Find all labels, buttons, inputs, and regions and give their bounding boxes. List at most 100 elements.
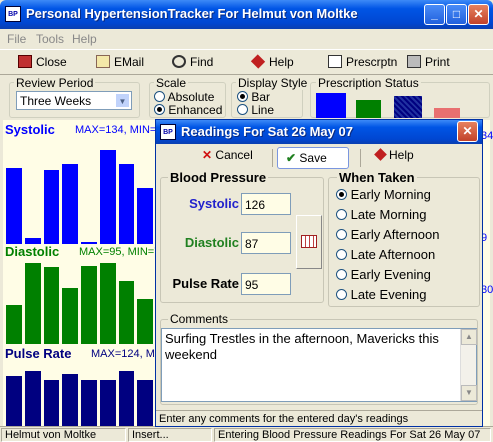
prescription-swatch-4 (434, 108, 460, 118)
review-period-select[interactable]: Three Weeks ▼ (16, 91, 132, 110)
comments-textarea[interactable]: Surfing Trestles in the afternoon, Maver… (161, 328, 477, 402)
chart-bar (43, 380, 60, 426)
comments-scrollbar[interactable]: ▲ ▼ (460, 329, 477, 401)
chart-bar (6, 376, 22, 426)
menu-bar: File Tools Help (0, 29, 493, 48)
chart-bar (43, 266, 60, 344)
diastolic-input[interactable]: 87 (241, 232, 291, 254)
app-icon: BP (5, 6, 21, 22)
radio-absolute[interactable] (154, 91, 165, 102)
printer-icon (407, 55, 421, 68)
toolbar-divider (272, 149, 273, 167)
chart-bar (118, 164, 135, 244)
radio-line[interactable] (237, 104, 248, 115)
prescription-toolbar-button[interactable]: Prescrptn (328, 55, 397, 69)
chart-bar (62, 373, 78, 426)
help-diamond-icon (374, 148, 387, 161)
maximize-button[interactable]: □ (446, 4, 467, 25)
status-bar: Helmut von Moltke Insert... Entering Blo… (0, 426, 493, 442)
pulse-label: Pulse Rate (172, 276, 239, 291)
scale-label: Scale (154, 76, 189, 90)
when-taken-radio[interactable] (336, 249, 347, 260)
cancel-button[interactable]: ✕ Cancel (202, 148, 253, 170)
chart-bar (6, 167, 22, 244)
comments-text: Surfing Trestles in the afternoon, Maver… (165, 331, 439, 362)
email-label: EMail (114, 55, 145, 69)
chart-bar (24, 262, 41, 344)
menu-help[interactable]: Help (72, 32, 97, 46)
radio-enhanced[interactable] (154, 104, 165, 115)
bar-label: Bar (251, 90, 271, 104)
review-period-label: Review Period (14, 76, 96, 90)
chart-bar (62, 287, 78, 344)
find-toolbar-button[interactable]: Find (172, 55, 213, 69)
diastolic-label: Diastolic (184, 235, 239, 250)
keypad-button[interactable] (296, 215, 322, 269)
scroll-up-icon[interactable]: ▲ (461, 329, 477, 345)
menu-file[interactable]: File (7, 32, 26, 46)
when-taken-option-label: Early Evening (347, 267, 431, 282)
pulse-input[interactable]: 95 (241, 273, 291, 295)
dialog-title-bar[interactable]: BP Readings For Sat 26 May 07 ✕ (156, 120, 482, 144)
pulse-bars (5, 364, 155, 426)
save-label: Save (299, 151, 327, 165)
systolic-stats: MAX=134, MIN= (75, 124, 157, 136)
when-taken-option-label: Early Morning (347, 187, 431, 202)
chart-bar (81, 265, 97, 344)
systolic-input[interactable]: 126 (241, 193, 291, 215)
review-period-value: Three Weeks (20, 94, 92, 108)
display-bar-option[interactable]: Bar (237, 90, 270, 104)
readings-dialog: BP Readings For Sat 26 May 07 ✕ ✕ Cancel… (155, 119, 483, 427)
chart-bar (99, 380, 116, 426)
chart-bar (81, 380, 97, 426)
close-book-icon (18, 55, 32, 68)
pulse-chart-title: Pulse Rate (5, 346, 72, 361)
chart-bar (118, 370, 135, 426)
help-label: Help (269, 55, 294, 69)
when-taken-option-label: Late Evening (347, 287, 427, 302)
when-taken-option[interactable]: Early Afternoon (336, 227, 440, 242)
cancel-x-icon: ✕ (202, 148, 213, 162)
when-taken-option[interactable]: Late Morning (336, 207, 427, 222)
minimize-button[interactable]: _ (424, 4, 445, 25)
display-line-option[interactable]: Line (237, 103, 274, 117)
when-taken-radio[interactable] (336, 209, 347, 220)
prescription-swatch-2 (356, 100, 381, 118)
scale-enhanced-option[interactable]: Enhanced (154, 103, 222, 117)
chart-bar (137, 380, 153, 426)
when-taken-option[interactable]: Early Evening (336, 267, 431, 282)
dialog-title: Readings For Sat 26 May 07 (181, 124, 353, 139)
close-label: Close (36, 55, 67, 69)
chart-bar (6, 305, 22, 344)
close-toolbar-button[interactable]: Close (18, 55, 67, 69)
menu-tools[interactable]: Tools (36, 32, 64, 46)
save-button[interactable]: ✔ Save (277, 147, 349, 169)
when-taken-option-label: Early Afternoon (347, 227, 440, 242)
when-taken-option[interactable]: Early Morning (336, 187, 431, 202)
status-mode: Insert... (128, 428, 212, 442)
when-taken-radio[interactable] (336, 289, 347, 300)
scroll-down-icon[interactable]: ▼ (461, 385, 477, 401)
chevron-down-icon[interactable]: ▼ (115, 93, 130, 108)
scale-absolute-option[interactable]: Absolute (154, 90, 214, 104)
when-taken-option[interactable]: Late Afternoon (336, 247, 435, 262)
radio-bar[interactable] (237, 91, 248, 102)
prescription-label: Prescrptn (346, 55, 398, 69)
print-toolbar-button[interactable]: Print (407, 55, 450, 69)
blood-pressure-label: Blood Pressure (168, 170, 269, 185)
help-toolbar-button[interactable]: Help (250, 54, 294, 69)
when-taken-radio[interactable] (336, 189, 347, 200)
when-taken-radio[interactable] (336, 229, 347, 240)
chart-bar (24, 370, 41, 426)
absolute-label: Absolute (167, 90, 215, 104)
dialog-close-button[interactable]: ✕ (457, 121, 478, 142)
when-taken-radio[interactable] (336, 269, 347, 280)
close-window-button[interactable]: ✕ (468, 4, 489, 25)
email-toolbar-button[interactable]: EMail (96, 55, 144, 69)
main-title-bar[interactable]: BP Personal HypertensionTracker For Helm… (0, 0, 493, 29)
status-message: Entering Blood Pressure Readings For Sat… (214, 428, 491, 442)
dialog-help-button[interactable]: Help (374, 148, 414, 170)
when-taken-option-label: Late Morning (347, 207, 427, 222)
chart-bar (118, 281, 135, 344)
when-taken-option[interactable]: Late Evening (336, 287, 427, 302)
